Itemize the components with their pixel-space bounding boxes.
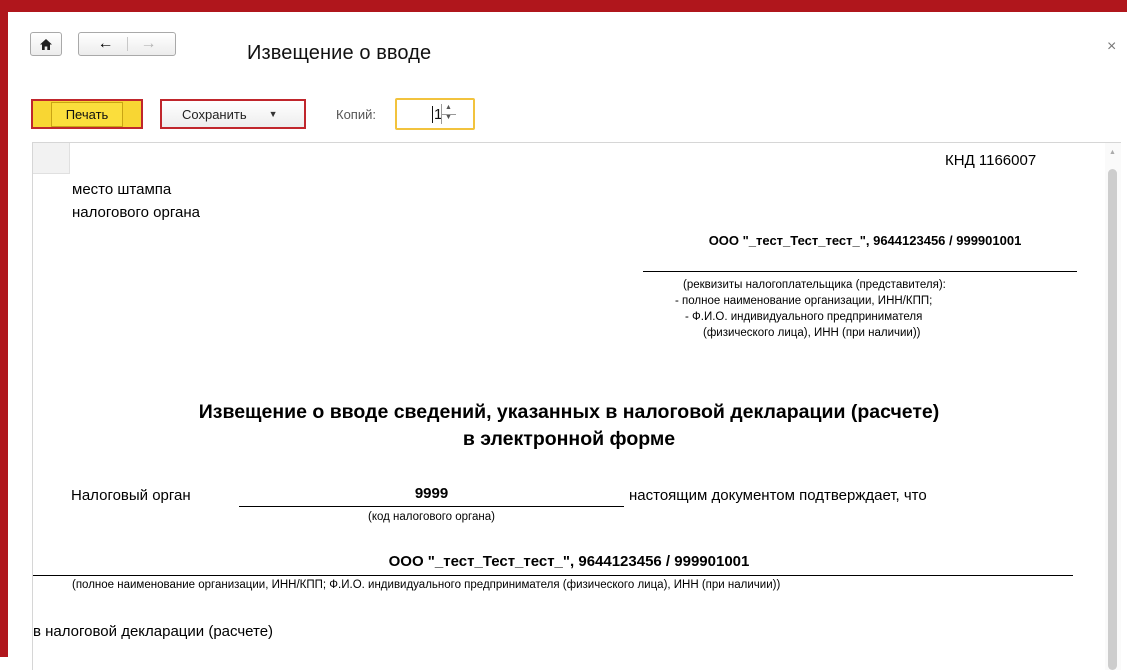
requisites-line: (реквизиты налогоплательщика (представит… bbox=[683, 279, 946, 291]
taxpayer-underline bbox=[643, 271, 1077, 272]
forward-arrow-icon[interactable]: → bbox=[128, 33, 170, 55]
tax-authority-code: 9999 bbox=[414, 485, 449, 502]
document-preview[interactable]: КНД 1166007 место штампа налогового орга… bbox=[32, 142, 1121, 670]
heading-line1: Извещение о вводе сведений, указанных в … bbox=[198, 401, 940, 423]
copies-input[interactable]: 1 ▲ ▼ bbox=[395, 98, 475, 130]
close-icon[interactable]: × bbox=[1107, 38, 1116, 56]
print-button-label: Печать bbox=[50, 101, 124, 127]
scroll-up-icon[interactable]: ▲ bbox=[1109, 149, 1116, 156]
tax-authority-label: Налоговый орган bbox=[71, 487, 191, 504]
organization-note: (полное наименование организации, ИНН/КП… bbox=[72, 579, 781, 591]
tax-code-underline bbox=[239, 506, 624, 507]
copies-label: Копий: bbox=[336, 107, 376, 122]
requisites-line: - полное наименование организации, ИНН/К… bbox=[675, 295, 933, 307]
print-button[interactable]: Печать bbox=[31, 99, 143, 129]
document-heading: Извещение о вводе сведений, указанных в … bbox=[33, 399, 1105, 453]
requisites-line: (физического лица), ИНН (при наличии)) bbox=[703, 327, 921, 339]
copies-spinner[interactable]: ▲ ▼ bbox=[441, 104, 456, 124]
organization-name-value: ООО "_тест_Тест_тест_", 9644123456 / 999… bbox=[388, 553, 750, 570]
requisites-line: - Ф.И.О. индивидуального предпринимателя bbox=[685, 311, 923, 323]
declaration-text: в налоговой декларации (расчете) bbox=[33, 623, 274, 640]
organization-underline bbox=[33, 575, 1073, 576]
tax-authority-confirm-text: настоящим документом подтверждает, что bbox=[629, 487, 927, 504]
knd-code: КНД 1166007 bbox=[945, 152, 1037, 169]
heading-line2: в электронной форме bbox=[462, 428, 676, 450]
print-form-window: ← → Извещение о вводе × Печать Сохранить… bbox=[8, 12, 1127, 670]
scrollbar-thumb[interactable] bbox=[1108, 169, 1117, 670]
history-navigation: ← → bbox=[78, 32, 176, 56]
tax-code-note: (код налогового органа) bbox=[368, 511, 495, 523]
save-button-label: Сохранить bbox=[182, 106, 247, 122]
requisites-note: (реквизиты налогоплательщика (представит… bbox=[663, 277, 1083, 341]
stamp-place-line2: налогового органа bbox=[72, 204, 200, 221]
taxpayer-requisites-value: ООО "_тест_Тест_тест_", 9644123456 / 999… bbox=[708, 233, 1022, 248]
vertical-scrollbar[interactable]: ▲ bbox=[1105, 143, 1121, 670]
sheet-corner-cell bbox=[33, 143, 70, 174]
chevron-down-icon: ▼ bbox=[268, 109, 278, 119]
save-dropdown-button[interactable]: Сохранить ▼ bbox=[160, 99, 306, 129]
stamp-place-line1: место штампа bbox=[72, 181, 172, 198]
frame-top-border bbox=[0, 0, 1127, 12]
spinner-up-icon[interactable]: ▲ bbox=[445, 104, 452, 111]
window-title: Извещение о вводе bbox=[247, 42, 432, 64]
home-button[interactable] bbox=[30, 32, 62, 56]
home-icon bbox=[40, 38, 52, 50]
spinner-down-icon[interactable]: ▼ bbox=[445, 114, 452, 121]
frame-left-border bbox=[0, 0, 8, 657]
back-arrow-icon[interactable]: ← bbox=[85, 33, 127, 55]
